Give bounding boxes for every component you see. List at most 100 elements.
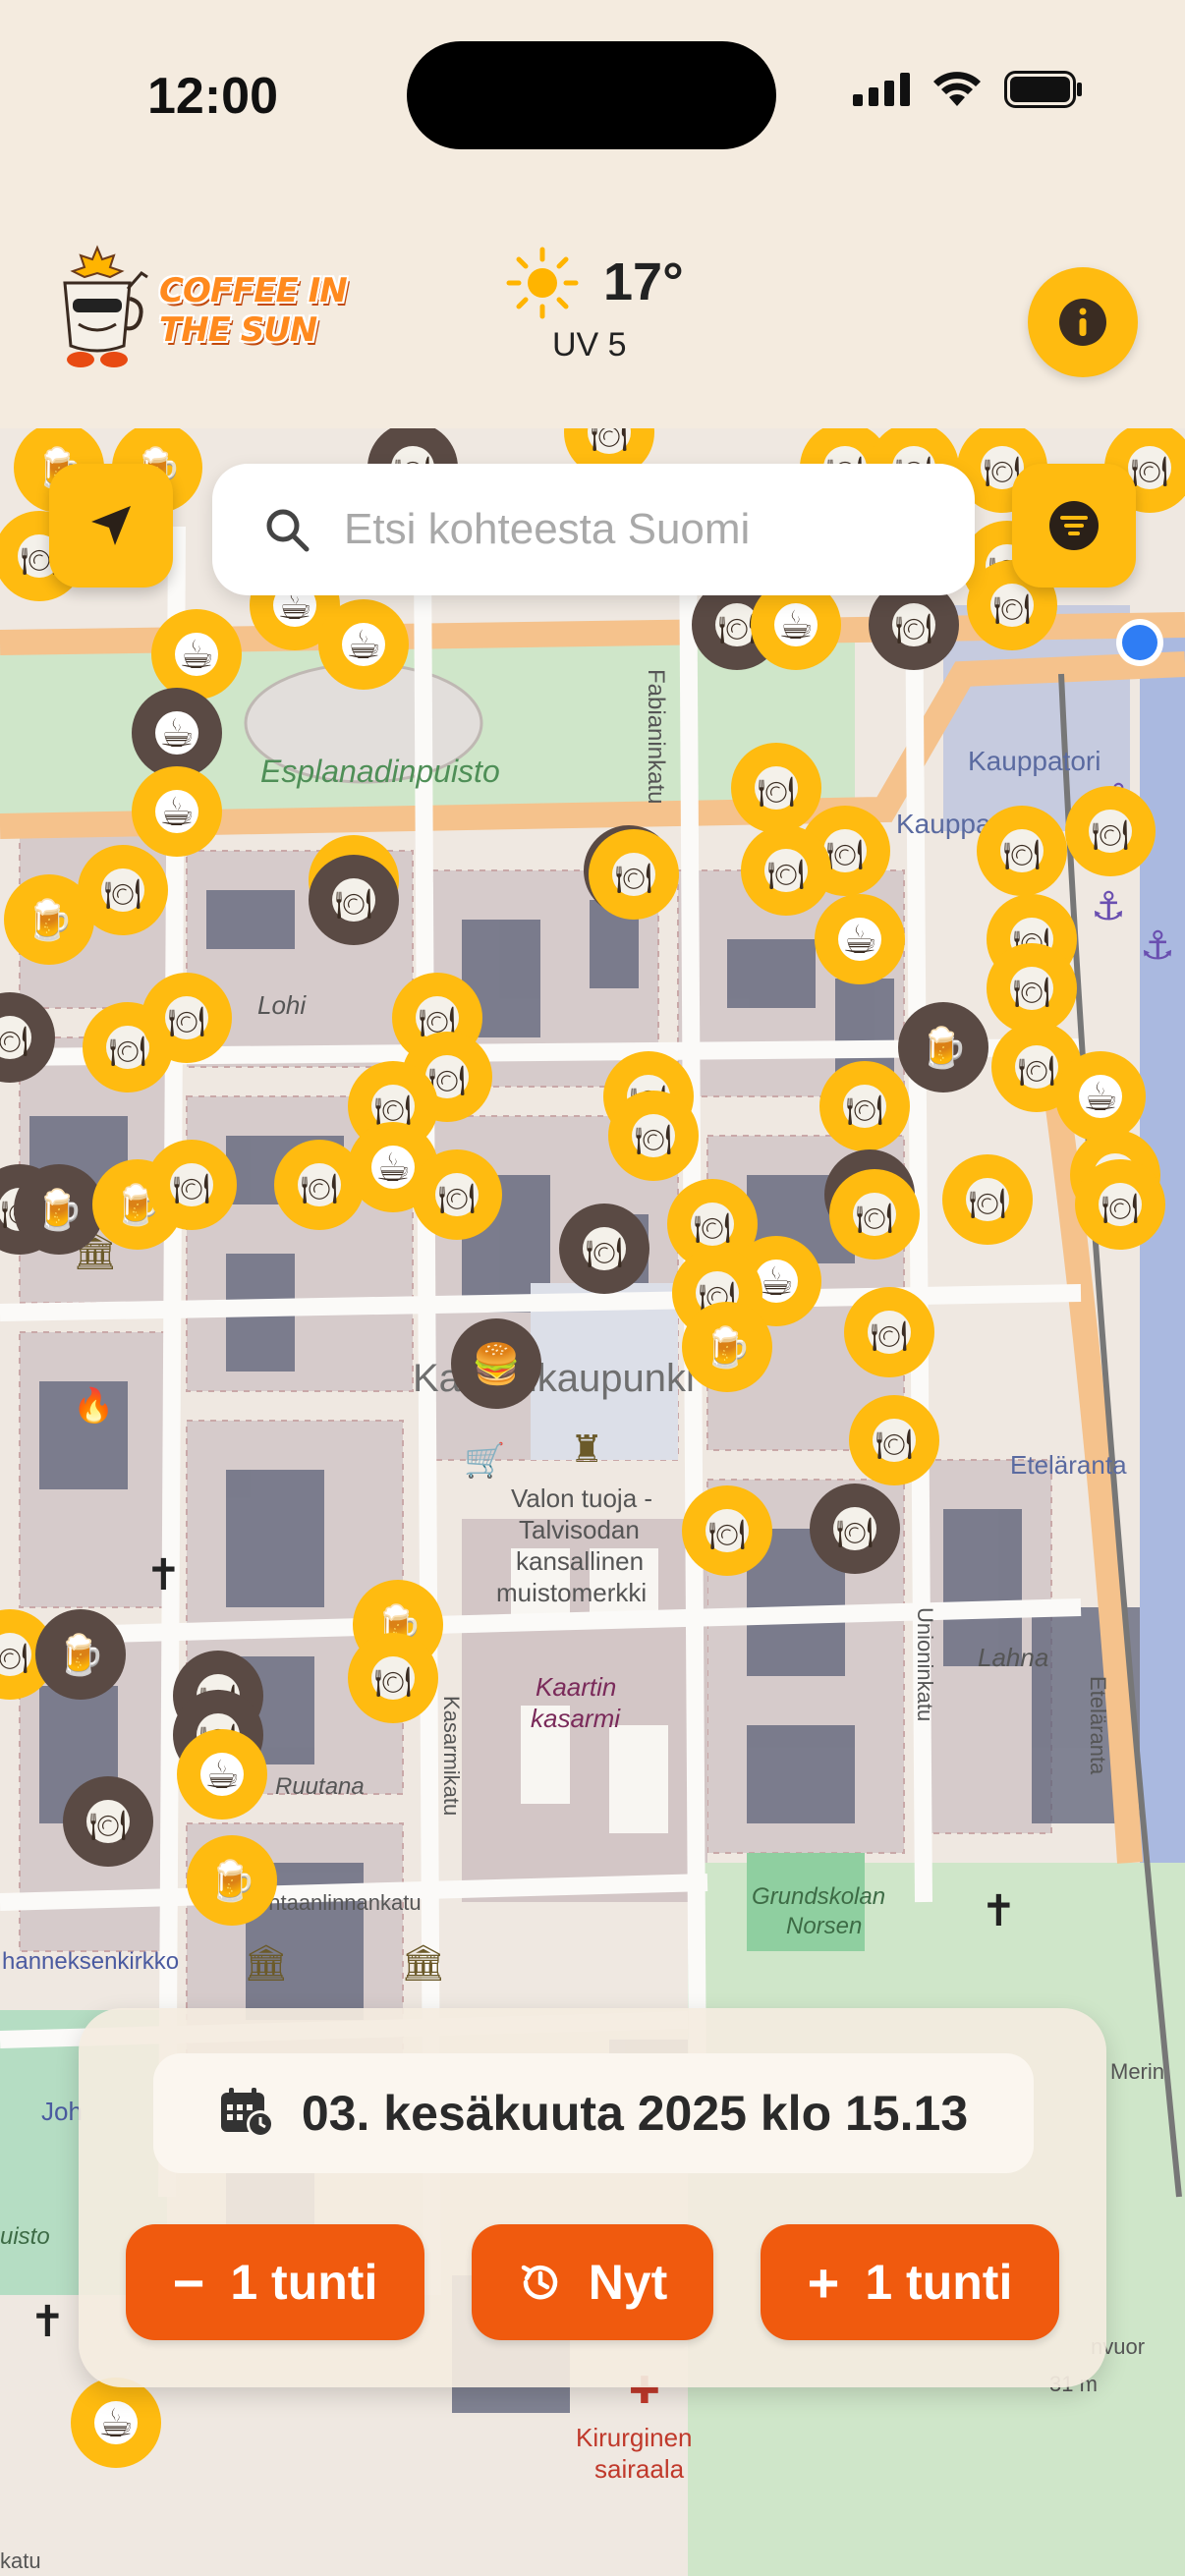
beer-glyph-icon: 🍺 [34, 1186, 84, 1233]
map-label-grundskolan-1: Grundskolan [752, 1883, 885, 1910]
venue-marker-plate[interactable]: 🍽 [849, 1395, 939, 1485]
map-label-katu: katu [0, 2548, 41, 2573]
search-bar[interactable] [212, 464, 975, 595]
map-label-kauppa: Kauppa [896, 809, 991, 839]
cup-glyph-icon: ☕ [759, 1260, 794, 1305]
plus-icon: + [807, 2251, 840, 2314]
venue-marker-plate[interactable]: 🍽 [412, 1149, 502, 1240]
sun-icon [506, 247, 579, 319]
now-label: Nyt [588, 2255, 668, 2310]
venue-marker-plate[interactable]: 🍽 [63, 1776, 153, 1867]
filter-button[interactable] [1012, 464, 1136, 588]
venue-marker-plate[interactable]: 🍽 [589, 829, 679, 920]
app-header: COFFEE IN THE SUN 17° UV 5 [0, 196, 1185, 428]
venue-marker-cup[interactable]: ☕ [1055, 1051, 1146, 1142]
now-button[interactable]: Nyt [472, 2224, 713, 2340]
venue-marker-plate[interactable]: 🍽 [741, 825, 831, 916]
datetime-text: 03. kesäkuuta 2025 klo 15.13 [301, 2086, 969, 2141]
plate-glyph-icon: 🍽 [993, 592, 1031, 627]
plate-glyph-icon: 🍽 [1101, 1192, 1139, 1226]
venue-marker-cup[interactable]: ☕ [318, 599, 409, 690]
logo-line-1: COFFEE IN [159, 271, 348, 310]
venue-marker-plate[interactable]: 🍽 [141, 973, 232, 1063]
weather-widget: 17° UV 5 [501, 240, 698, 367]
plate-glyph-icon: 🍽 [846, 1093, 883, 1128]
venue-marker-plate[interactable]: 🍽 [309, 855, 399, 945]
poi-cart-icon: 🛒 [464, 1441, 505, 1480]
cup-glyph-icon: ☕ [98, 2401, 134, 2446]
plate-glyph-icon: 🍽 [1131, 455, 1168, 489]
beer-glyph-icon: 🍺 [56, 1631, 105, 1678]
dynamic-island [407, 41, 776, 149]
search-input[interactable] [344, 505, 933, 554]
venue-marker-plate[interactable]: 🍽 [731, 743, 821, 833]
logo-text: COFFEE IN THE SUN [159, 271, 348, 350]
plate-glyph-icon: 🍽 [89, 1809, 127, 1843]
venue-marker-beer[interactable]: 🍺 [14, 1164, 104, 1255]
plate-glyph-icon: 🍽 [173, 1172, 210, 1206]
plate-glyph-icon: 🍽 [635, 1123, 672, 1157]
info-button[interactable] [1028, 267, 1138, 377]
poi-cross-icon: ✝ [29, 2298, 66, 2346]
calendar-clock-icon [220, 2088, 274, 2138]
poi-anchor-icon: ⚓ [1091, 885, 1126, 928]
plate-glyph-icon: 🍽 [708, 1518, 746, 1552]
plate-glyph-icon: 🍽 [301, 1172, 338, 1206]
cup-glyph-icon: ☕ [375, 1146, 411, 1191]
venue-marker-beer[interactable]: 🍺 [898, 1002, 988, 1092]
wifi-icon [933, 72, 981, 106]
filter-icon [1049, 501, 1099, 550]
cup-glyph-icon: ☕ [179, 633, 214, 678]
plus-hour-button[interactable]: + 1 tunti [761, 2224, 1059, 2340]
poi-cross-icon: ✝ [145, 1551, 182, 1599]
venue-marker-cup[interactable]: ☕ [177, 1729, 267, 1820]
venue-marker-plate[interactable]: 🍽 [146, 1140, 237, 1230]
venue-marker-beer[interactable]: 🍺 [187, 1835, 277, 1926]
venue-marker-cup[interactable]: ☕ [132, 688, 222, 778]
map-label-kaartin-2: kasarmi [531, 1704, 621, 1733]
map-label-valon-2: Talvisodan [519, 1515, 640, 1544]
cup-glyph-icon: ☕ [842, 918, 877, 963]
venue-marker-plate[interactable]: 🍽 [348, 1633, 438, 1723]
plate-glyph-icon: 🍽 [374, 1665, 412, 1700]
map-label-esplanadi: Esplanadinpuisto [260, 754, 500, 789]
cup-glyph-icon: ☕ [159, 790, 195, 835]
venue-marker-beer[interactable]: 🍺 [682, 1302, 772, 1392]
venue-marker-plate[interactable]: 🍽 [829, 1169, 920, 1260]
venue-marker-beer[interactable]: 🍺 [35, 1609, 126, 1700]
venue-marker-plate[interactable]: 🍽 [1065, 786, 1156, 876]
venue-marker-plate[interactable]: 🍽 [942, 1154, 1033, 1245]
venue-marker-cup[interactable]: ☕ [132, 766, 222, 857]
datetime-display[interactable]: 03. kesäkuuta 2025 klo 15.13 [153, 2053, 1034, 2173]
poi-monument-icon: ♜ [570, 1429, 603, 1471]
app-logo[interactable]: COFFEE IN THE SUN [43, 244, 358, 371]
venue-marker-plate[interactable]: 🍽 [987, 943, 1077, 1034]
minus-hour-button[interactable]: − 1 tunti [126, 2224, 424, 2340]
venue-marker-plate[interactable]: 🍽 [810, 1484, 900, 1574]
venue-marker-plate[interactable]: 🍽 [608, 1091, 699, 1181]
temperature: 17° [603, 252, 684, 311]
venue-marker-burger[interactable]: 🍔 [451, 1318, 541, 1409]
map-label-merin: Merin [1110, 2059, 1164, 2084]
plus-hour-label: 1 tunti [865, 2255, 1013, 2310]
venue-marker-plate[interactable]: 🍽 [819, 1061, 910, 1151]
poi-fire-icon: 🔥 [73, 1386, 114, 1425]
venue-marker-plate[interactable]: 🍽 [78, 845, 168, 935]
plate-glyph-icon: 🍽 [836, 1516, 874, 1550]
plate-glyph-icon: 🍽 [969, 1187, 1006, 1221]
venue-marker-plate[interactable]: 🍽 [1075, 1159, 1165, 1250]
venue-marker-plate[interactable]: 🍽 [844, 1287, 934, 1377]
venue-marker-cup[interactable]: ☕ [151, 609, 242, 700]
venue-marker-plate[interactable]: 🍽 [977, 806, 1067, 896]
venue-marker-cup[interactable]: ☕ [71, 2378, 161, 2468]
venue-marker-cup[interactable]: ☕ [815, 894, 905, 984]
status-icons [853, 71, 1083, 108]
mascot-icon [63, 245, 148, 367]
venue-marker-plate[interactable]: 🍽 [682, 1485, 772, 1576]
venue-marker-plate[interactable]: 🍽 [559, 1204, 649, 1294]
map-label-kauppatori: Kauppatori [968, 746, 1100, 776]
map-label-valon-4: muistomerkki [496, 1578, 647, 1607]
info-icon [1059, 299, 1106, 346]
locate-me-button[interactable] [49, 464, 173, 588]
beer-glyph-icon: 🍺 [919, 1024, 968, 1071]
